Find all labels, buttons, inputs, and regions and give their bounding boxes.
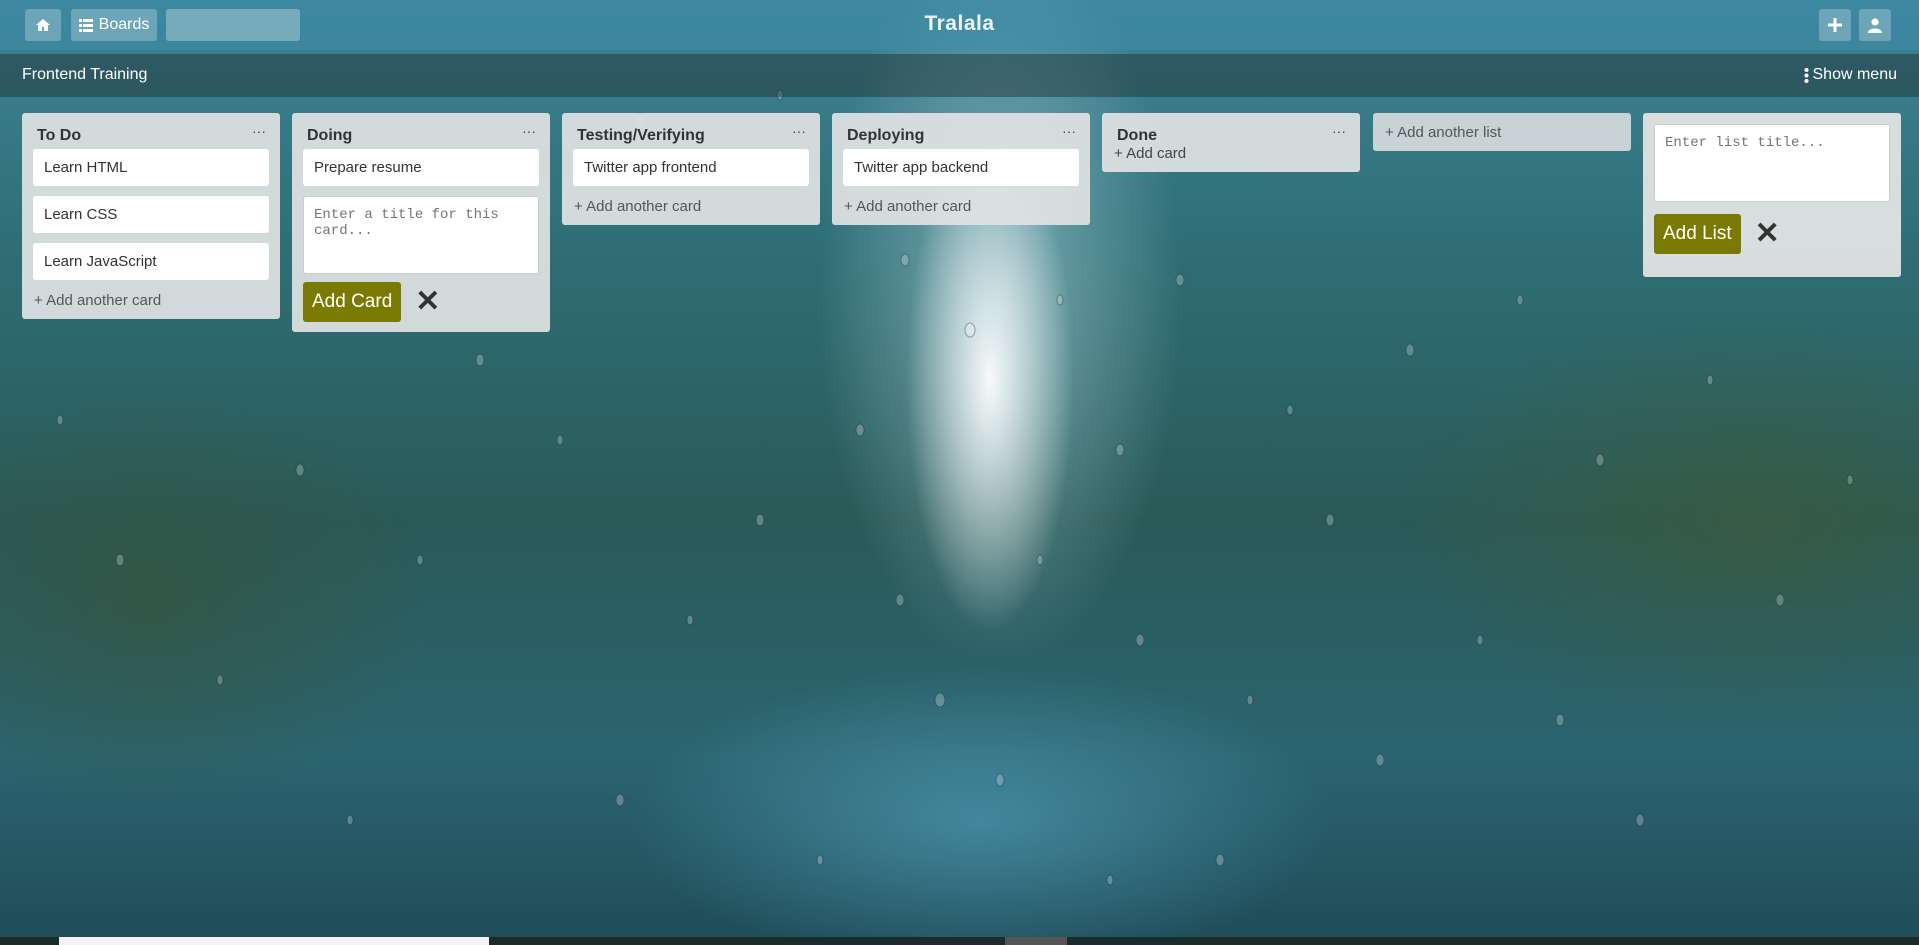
add-list-label: + Add another list <box>1385 124 1502 141</box>
close-icon[interactable]: ✕ <box>415 287 440 317</box>
card-title-input[interactable] <box>303 196 539 274</box>
card[interactable]: Twitter app frontend <box>573 149 809 186</box>
add-card-button[interactable]: Add Card <box>303 282 402 322</box>
scrollbar-thumb[interactable] <box>59 937 489 945</box>
app-brand: Tralala <box>924 12 995 35</box>
close-icon[interactable]: ✕ <box>1755 219 1780 249</box>
plus-icon <box>1828 18 1842 32</box>
add-card-link[interactable]: + Add another card <box>562 196 820 225</box>
show-menu-button[interactable]: Show menu <box>1804 66 1898 84</box>
card[interactable]: Learn JavaScript <box>33 243 269 280</box>
show-menu-label: Show menu <box>1812 66 1898 83</box>
top-navbar: Boards Tralala <box>0 0 1919 50</box>
list-deploying: Deploying ··· Twitter app backend + Add … <box>832 113 1090 225</box>
list-title: Deploying <box>847 127 925 144</box>
new-list-composer: Add List ✕ <box>1643 113 1901 277</box>
list-menu-button[interactable]: ··· <box>522 123 536 139</box>
list-title: Testing/Verifying <box>577 127 705 144</box>
card[interactable]: Twitter app backend <box>843 149 1079 186</box>
card[interactable]: Learn HTML <box>33 149 269 186</box>
list-menu-button[interactable]: ··· <box>792 123 806 139</box>
add-list-submit-button[interactable]: Add List <box>1654 214 1741 254</box>
list-done: Done ··· + Add card <box>1102 113 1360 172</box>
card[interactable]: Learn CSS <box>33 196 269 233</box>
board-title: Frontend Training <box>22 66 148 83</box>
list-testing-verifying: Testing/Verifying ··· Twitter app fronte… <box>562 113 820 225</box>
list-menu-button[interactable]: ··· <box>1332 123 1346 139</box>
list-menu-button[interactable]: ··· <box>1062 123 1076 139</box>
add-list-button[interactable]: + Add another list <box>1373 113 1631 151</box>
vertical-dots-icon <box>1804 67 1808 83</box>
list-title: To Do <box>37 127 82 144</box>
user-button[interactable] <box>1859 9 1891 41</box>
create-button[interactable] <box>1819 9 1851 41</box>
user-icon <box>1868 17 1882 33</box>
list-title: Done <box>1117 127 1157 144</box>
scrollbar-marker <box>1005 937 1067 945</box>
add-card-link[interactable]: + Add another card <box>832 196 1090 225</box>
add-card-link[interactable]: + Add another card <box>22 290 280 319</box>
list-title-input[interactable] <box>1654 124 1890 202</box>
list-title: Doing <box>307 127 353 144</box>
list-doing: Doing ··· Prepare resume Add Card ✕ <box>292 113 550 332</box>
list-menu-button[interactable]: ··· <box>252 123 266 139</box>
list-to-do: To Do ··· Learn HTML Learn CSS Learn Jav… <box>22 113 280 319</box>
board-header: Frontend Training Show menu <box>0 54 1919 97</box>
add-card-link[interactable]: + Add card <box>1102 145 1360 172</box>
card[interactable]: Prepare resume <box>303 149 539 186</box>
